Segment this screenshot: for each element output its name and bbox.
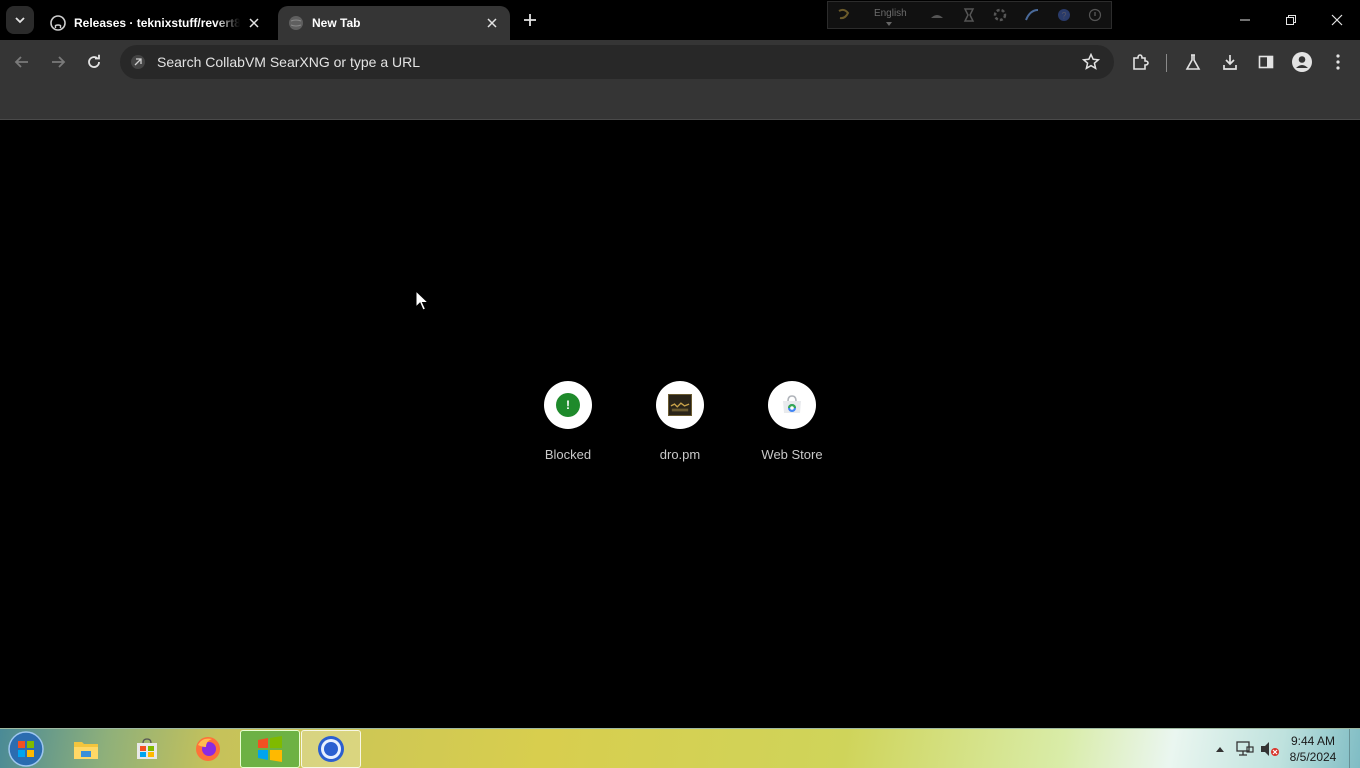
shortcut-icon-circle [656,381,704,429]
globe-icon [289,16,303,30]
close-tab-button[interactable] [484,15,500,31]
close-icon [487,18,497,28]
browser-toolbar: Search CollabVM SearXNG or type a URL [0,40,1360,85]
chevron-down-icon [15,17,25,24]
address-bar[interactable]: Search CollabVM SearXNG or type a URL [120,45,1114,79]
help-icon[interactable]: ? [1048,2,1080,28]
downloads-button[interactable] [1215,47,1245,77]
show-desktop-button[interactable] [1349,729,1360,768]
search-engine-icon [131,55,145,69]
menu-button[interactable] [1323,47,1353,77]
forward-arrow-icon [52,56,66,68]
address-bar-placeholder: Search CollabVM SearXNG or type a URL [157,54,420,70]
minimize-button[interactable] [1222,0,1268,40]
bookmarks-bar [0,85,1360,120]
chrome-icon [318,736,344,762]
close-window-button[interactable] [1314,0,1360,40]
tab-new-tab[interactable]: New Tab [278,6,510,40]
volume-tray-button[interactable] [1258,729,1282,768]
new-tab-button[interactable] [518,8,542,32]
start-button[interactable] [6,731,46,767]
web-store-icon [783,395,801,413]
plus-icon [524,14,536,26]
shortcut-icon-circle: ! [544,381,592,429]
dro-pm-favicon [668,394,692,416]
github-icon [50,15,66,31]
volume-muted-icon [1261,742,1279,756]
close-tab-button[interactable] [246,15,262,31]
blocked-favicon: ! [556,393,580,417]
profile-button[interactable] [1287,47,1317,77]
keyboard-icon[interactable] [921,2,953,28]
mouse-cursor-icon [415,290,429,311]
side-panel-button[interactable] [1251,47,1281,77]
taskbar-windows-app[interactable] [240,730,300,768]
restore-icon [1286,15,1296,25]
shortcut-dro-pm[interactable]: dro.pm [624,381,736,471]
forward-button[interactable] [43,47,73,77]
taskbar-chrome[interactable] [301,730,361,768]
shortcut-blocked[interactable]: ! Blocked [512,381,624,471]
back-arrow-icon [14,56,28,68]
shortcut-label: Web Store [761,447,823,462]
file-explorer-icon [74,742,98,759]
screen: Releases · teknixstuff/revert8plus New T… [0,0,1360,768]
title-bar: Releases · teknixstuff/revert8plus New T… [0,0,1360,40]
restore-button[interactable] [1268,0,1314,40]
avatar-icon [1292,52,1312,72]
new-tab-page: ! Blocked dro.pm Web Store [0,121,1360,728]
windows-start-icon [8,731,44,767]
gear-icon[interactable] [984,2,1016,28]
flask-icon [1185,54,1201,70]
system-clock[interactable]: 9:44 AM 8/5/2024 [1284,733,1342,765]
reload-icon [88,54,100,68]
language-caret-icon[interactable] [886,22,892,26]
side-panel-icon [1258,55,1274,69]
bookmark-star-icon[interactable] [1082,53,1100,71]
taskbar-firefox[interactable] [178,730,238,768]
show-hidden-icons-button[interactable] [1212,729,1228,768]
language-label[interactable]: English [860,8,921,19]
shortcut-label: dro.pm [659,447,701,462]
pen-icon[interactable] [953,2,985,28]
options-icon[interactable] [1079,2,1111,28]
close-icon [249,18,259,28]
svg-text:?: ? [1061,11,1066,21]
taskbar-file-explorer[interactable] [56,730,116,768]
minimize-icon [1240,19,1250,21]
caret-up-icon [1216,747,1224,752]
network-icon [1236,741,1254,756]
tab-title: Releases · teknixstuff/revert8plus [74,16,240,30]
firefox-icon [196,737,220,761]
labs-button[interactable] [1178,47,1208,77]
taskbar-store[interactable] [117,730,177,768]
reload-button[interactable] [79,47,109,77]
clock-date: 8/5/2024 [1289,750,1337,764]
more-vertical-icon [1336,54,1340,70]
shortcut-web-store[interactable]: Web Store [736,381,848,471]
tab-title: New Tab [312,16,361,30]
handwriting-icon[interactable] [1016,2,1048,28]
toolbar-separator [1166,54,1167,72]
tab-releases[interactable]: Releases · teknixstuff/revert8plus [40,6,272,40]
network-tray-button[interactable] [1234,729,1256,768]
windows-icon [258,736,282,762]
tab-search-button[interactable] [6,6,34,34]
language-bar: English ? [827,1,1112,29]
shortcut-label: Blocked [544,447,592,462]
extensions-button[interactable] [1125,47,1155,77]
taskbar: 9:44 AM 8/5/2024 [0,728,1360,768]
back-button[interactable] [7,47,37,77]
ime-icon[interactable] [828,2,860,28]
download-icon [1223,55,1237,70]
puzzle-icon [1133,54,1149,70]
store-icon [137,738,157,759]
clock-time: 9:44 AM [1290,734,1336,748]
shortcut-icon-circle [768,381,816,429]
close-icon [1331,14,1343,26]
